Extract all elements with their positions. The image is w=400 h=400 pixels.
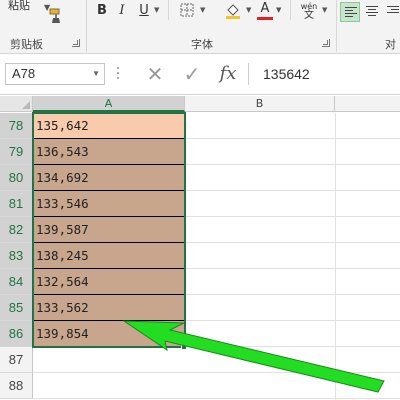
gridline <box>185 346 400 347</box>
gridline <box>185 242 400 243</box>
gridline <box>185 320 400 321</box>
ribbon-separator <box>168 0 169 20</box>
chevron-down-icon[interactable]: ▼ <box>200 6 205 14</box>
align-left-icon[interactable] <box>340 2 360 22</box>
gridline <box>33 398 185 399</box>
gridline <box>185 216 400 217</box>
chevron-down-icon[interactable]: ▼ <box>92 64 100 84</box>
gridline <box>185 372 400 373</box>
worksheet: A B 78 135,642 79 136,543 80 134,692 81 133,546… <box>0 96 400 400</box>
ribbon-separator <box>86 0 87 52</box>
gridline <box>185 190 400 191</box>
gridline <box>185 164 400 165</box>
clipboard-group-label: 剪贴板 <box>10 38 43 51</box>
font-color-button[interactable]: A <box>257 2 273 20</box>
row-header[interactable]: 79 <box>0 139 33 165</box>
paste-button[interactable]: 粘贴 ▼ <box>8 0 50 14</box>
gridline <box>185 138 400 139</box>
row-header[interactable]: 84 <box>0 269 33 295</box>
chevron-down-icon[interactable]: ▼ <box>154 6 159 14</box>
gridline <box>185 398 400 399</box>
alignment-group-label: 对 <box>385 38 396 51</box>
clipboard-launcher-icon[interactable] <box>72 39 80 47</box>
underline-button[interactable]: U <box>137 2 151 20</box>
insert-function-icon[interactable]: fx <box>216 63 240 85</box>
row-header[interactable]: 85 <box>0 295 33 321</box>
chevron-down-icon[interactable]: ▼ <box>246 6 251 14</box>
gridline <box>185 294 400 295</box>
cell[interactable] <box>33 373 185 399</box>
border-icon[interactable] <box>178 2 196 20</box>
row-header[interactable]: 82 <box>0 217 33 243</box>
gridline <box>185 268 400 269</box>
font-color-icon: A <box>260 1 270 16</box>
drag-handle-icon[interactable] <box>117 67 120 81</box>
row-header[interactable]: 78 <box>0 113 33 139</box>
italic-button[interactable]: I <box>116 2 128 20</box>
phonetic-bottom: 文 <box>304 10 314 21</box>
fill-color-icon[interactable] <box>224 2 242 20</box>
column-header-b[interactable]: B <box>185 96 335 112</box>
chevron-down-icon[interactable]: ▼ <box>276 6 281 14</box>
ribbon: 粘贴 ▼ 剪贴板 B I U ▼ ▼ ▼ A ▼ wén 文 ▼ 字体 对 <box>0 0 400 54</box>
row-header[interactable]: 83 <box>0 243 33 269</box>
row-header[interactable]: 81 <box>0 191 33 217</box>
phonetic-icon[interactable]: wén 文 <box>299 2 319 21</box>
font-group-label: 字体 <box>191 38 213 51</box>
format-painter-icon[interactable] <box>48 8 64 24</box>
row-header[interactable]: 88 <box>0 373 33 399</box>
enter-check-icon[interactable]: ✓ <box>180 63 204 85</box>
font-launcher-icon[interactable] <box>322 39 330 47</box>
column-header-a[interactable]: A <box>33 96 185 112</box>
formula-separator <box>248 63 249 85</box>
chevron-down-icon[interactable]: ▼ <box>322 6 327 14</box>
row-header[interactable]: 87 <box>0 347 33 373</box>
selection-range-border <box>32 112 186 348</box>
row-header[interactable]: 86 <box>0 321 33 347</box>
name-box-value: A78 <box>12 66 36 81</box>
cancel-icon[interactable]: ✕ <box>143 63 167 85</box>
gridline <box>335 113 336 400</box>
formula-input[interactable]: 135642 <box>263 63 310 85</box>
column-header-c[interactable] <box>335 96 400 112</box>
fill-handle[interactable] <box>181 344 187 350</box>
ribbon-separator <box>290 0 291 20</box>
align-center-icon[interactable] <box>362 2 382 22</box>
align-right-icon[interactable] <box>383 2 400 22</box>
paste-label: 粘贴 <box>8 0 30 12</box>
name-box[interactable]: A78 ▼ <box>5 63 105 85</box>
row-header[interactable]: 80 <box>0 165 33 191</box>
cell[interactable] <box>33 347 185 373</box>
select-all-button[interactable] <box>0 96 33 112</box>
ribbon-separator <box>336 0 337 52</box>
formula-bar: A78 ▼ ✕ ✓ fx 135642 <box>0 55 400 95</box>
bold-button[interactable]: B <box>95 2 109 20</box>
